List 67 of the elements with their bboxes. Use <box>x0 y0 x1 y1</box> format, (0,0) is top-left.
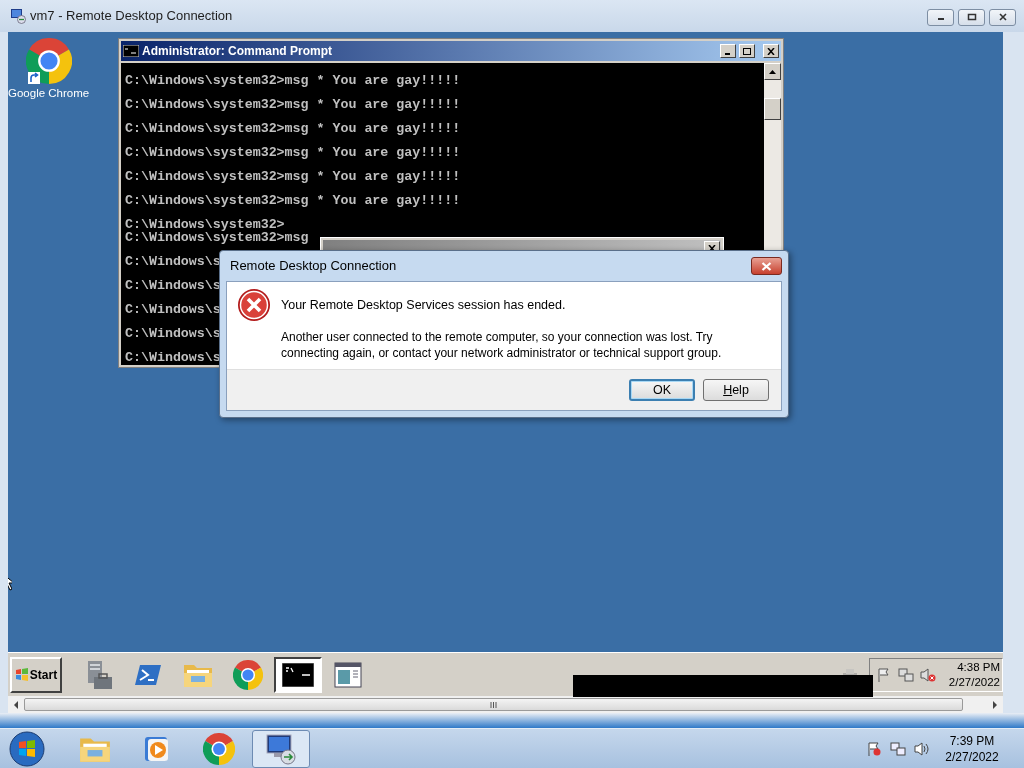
console-line: C:\Windows\system32>msg * You are gay!!!!! <box>125 194 461 207</box>
muted-speaker-icon[interactable] <box>920 666 936 683</box>
grip-icon <box>490 701 497 708</box>
dialog-button[interactable]: OK <box>629 379 695 401</box>
minimize-button[interactable] <box>927 8 954 26</box>
console-line: C:\Windows\s <box>125 327 221 340</box>
window-title: vm7 - Remote Desktop Connection <box>30 7 233 26</box>
restore-icon <box>966 13 977 21</box>
chrome-icon <box>25 38 72 84</box>
scroll-up-button[interactable] <box>764 63 781 80</box>
console-line: C:\Windows\s <box>125 303 221 316</box>
console-line: C:\Windows\system32>msg <box>125 231 309 244</box>
error-message: Another user connected to the remote computer, so your connection was lost. Try connecting again, or contact your network administrator or technical support group. <box>281 328 723 361</box>
clock-date: 2/27/2022 <box>945 748 999 765</box>
window-icon <box>334 661 362 688</box>
clock-date: 2/27/2022 <box>948 674 1000 690</box>
maximize-button[interactable] <box>739 44 755 58</box>
console-line: C:\Windows\s <box>125 351 221 364</box>
speaker-icon[interactable] <box>914 740 930 757</box>
scroll-thumb[interactable] <box>24 698 963 711</box>
error-heading: Your Remote Desktop Services session has ended. <box>281 297 567 314</box>
remote-desktop-icon <box>10 8 26 24</box>
prompt-icon <box>134 662 162 687</box>
remote-desktop-icon <box>264 731 298 766</box>
taskbar-button[interactable] <box>252 729 310 768</box>
chrome-icon <box>203 732 235 765</box>
console-icon <box>282 662 314 687</box>
console-line: C:\Windows\s <box>125 255 221 268</box>
network-icon[interactable] <box>890 740 906 757</box>
start-button[interactable]: Start <box>10 656 62 693</box>
window-title: Administrator: Command Prompt <box>142 43 333 60</box>
console-line: C:\Windows\s <box>125 279 221 292</box>
restore-button[interactable] <box>958 8 985 26</box>
console-line: C:\Windows\system32>msg * You are gay!!!!! <box>125 170 461 183</box>
chrome-icon <box>233 659 263 690</box>
clock-time: 7:39 PM <box>949 732 995 749</box>
desktop-shortcut[interactable]: Google Chrome <box>8 38 90 103</box>
console-line: C:\Windows\system32>msg * You are gay!!!!! <box>125 74 461 87</box>
shortcut-label: Google Chrome <box>8 86 90 101</box>
console-line: C:\Windows\system32>msg * You are gay!!!!! <box>125 98 461 111</box>
clock[interactable]: 7:39 PM 2/27/2022 <box>938 732 1006 765</box>
taskbar-button[interactable] <box>274 656 322 693</box>
windows-logo-icon <box>14 667 29 682</box>
start-orb-icon[interactable] <box>8 729 46 768</box>
console-icon <box>123 45 139 57</box>
network-icon[interactable] <box>898 666 914 683</box>
dialog-title: Remote Desktop Connection <box>230 257 397 276</box>
close-icon <box>767 47 775 55</box>
close-button[interactable] <box>751 257 782 275</box>
close-button[interactable] <box>989 8 1016 26</box>
console-line: C:\Windows\system32> <box>125 218 285 231</box>
close-icon <box>997 13 1008 21</box>
shortcut-arrow-icon <box>27 72 40 84</box>
scroll-left-icon[interactable] <box>12 700 20 709</box>
maximize-icon <box>743 47 751 55</box>
up-arrow-icon <box>769 69 776 74</box>
flag-icon[interactable] <box>876 666 892 683</box>
close-icon <box>761 261 772 271</box>
close-icon <box>708 244 716 252</box>
console-line: C:\Windows\system32>msg * You are gay!!!!! <box>125 146 461 159</box>
error-icon <box>237 288 271 322</box>
horizontal-scrollbar[interactable] <box>8 696 1003 713</box>
scroll-right-icon[interactable] <box>991 700 999 709</box>
dialog-button[interactable]: Help <box>703 379 769 401</box>
clock-time: 4:38 PM <box>957 659 1000 675</box>
flag-icon[interactable] <box>866 740 882 757</box>
console-line: C:\Windows\system32>msg * You are gay!!!!! <box>125 122 461 135</box>
